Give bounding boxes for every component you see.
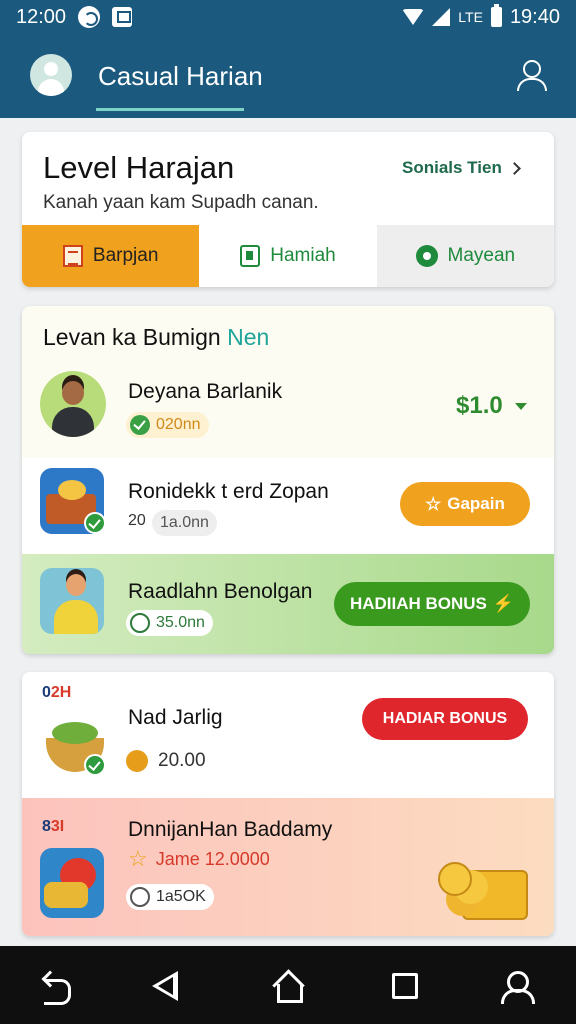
recent-apps-icon[interactable] [392, 973, 418, 999]
claim-button[interactable]: ☆ Gapain [400, 482, 530, 526]
list-item[interactable]: Ronidekk t erd Zopan 20 1a.0nn ☆ Gapain [22, 458, 554, 554]
level-title: Level Harajan [43, 150, 235, 185]
network-type: LTE [458, 9, 483, 25]
button-label: Gapain [447, 494, 505, 513]
list-item[interactable]: Deyana Barlanik 020nn $1.0 [22, 366, 554, 460]
kid-reading-icon [40, 568, 104, 634]
level-tabs: Barpjan Hamiah Mayean [22, 225, 554, 287]
star-icon: ☆ [128, 846, 148, 871]
status-bar: 12:00 LTE 19:40 [0, 0, 576, 34]
level-link-label: Sonials Tien [402, 158, 502, 177]
level-subtitle: Kanah yaan kam Supadh canan. [43, 192, 319, 213]
status-pill: 1a5OK [126, 884, 214, 910]
status-pill: 1a.0nn [152, 510, 217, 536]
account-icon[interactable] [500, 971, 535, 1004]
title-underline [96, 108, 244, 111]
price-value: $1.0 [456, 392, 503, 419]
bonus-button[interactable]: HADIAR BONUS [362, 698, 528, 740]
clock-icon [130, 613, 150, 633]
avatar [40, 371, 106, 437]
pill-value: 1a.0nn [160, 514, 209, 531]
item-title: Deyana Barlanik [128, 380, 283, 403]
list-item[interactable]: 83I DnnijanHan Baddamy ☆ Jame 12.0000 1a… [22, 798, 554, 936]
check-icon [126, 750, 148, 772]
item-title: DnnijanHan Baddamy [128, 818, 333, 841]
bonus-button[interactable]: HADIIAH BONUS ⚡ [334, 582, 530, 626]
tab-barpjan[interactable]: Barpjan [22, 225, 200, 287]
bonus-card: 02H Nad Jarlig 20.00 HADIAR BONUS 83I Dn… [22, 672, 554, 936]
fruit-basket-icon [40, 848, 104, 918]
subtitle-text: Jame 12.0000 [155, 848, 270, 869]
star-icon: ☆ [425, 493, 442, 514]
clock-icon [130, 887, 150, 907]
app-notification-icon [78, 6, 101, 28]
status-time-right: 19:40 [509, 5, 560, 28]
list-item[interactable]: Raadlahn Benolgan 35.0nn HADIIAH BONUS ⚡ [22, 554, 554, 654]
check-badge-icon [84, 754, 106, 776]
app-logo-icon[interactable] [30, 54, 72, 96]
coins-envelope-icon [436, 858, 528, 920]
reward-title: Levan ka Bumign Nen [43, 324, 269, 351]
return-icon[interactable] [42, 971, 72, 1005]
bolt-icon: ⚡ [492, 594, 515, 613]
tab-label: Barpjan [92, 245, 159, 266]
reward-title-text: Levan ka Bumign [43, 324, 228, 350]
item-tag: 83I [42, 818, 64, 836]
reward-title-highlight: Nen [227, 324, 270, 350]
check-icon [130, 415, 150, 435]
pill-value: 020nn [156, 416, 201, 433]
wifi-icon [402, 9, 425, 25]
caret-down-icon [514, 402, 527, 410]
tab-label: Mayean [447, 245, 516, 266]
shield-icon [415, 245, 438, 267]
value-text: 20.00 [158, 750, 206, 771]
notepad-icon [62, 245, 83, 267]
reward-card: Levan ka Bumign Nen Deyana Barlanik 020n… [22, 306, 554, 654]
tab-hamiah[interactable]: Hamiah [199, 225, 377, 287]
status-time-left: 12:00 [16, 5, 67, 28]
list-item[interactable]: 02H Nad Jarlig 20.00 HADIAR BONUS [22, 672, 554, 798]
button-label: HADIIAH BONUS [349, 594, 487, 613]
media-notification-icon [112, 7, 133, 27]
item-tag: 02H [42, 684, 71, 702]
profile-icon[interactable] [514, 58, 548, 92]
item-subtitle: ☆ Jame 12.0000 [128, 846, 270, 872]
signal-icon [432, 8, 451, 26]
back-icon[interactable] [152, 971, 178, 1001]
tag-number: 0 [42, 684, 51, 701]
tab-label: Hamiah [270, 245, 336, 266]
pill-value: 1a5OK [156, 888, 206, 905]
navigation-bar [0, 946, 576, 1024]
app-title: Casual Harian [98, 61, 263, 91]
tag-number: 8 [42, 818, 51, 835]
tag-code: 3I [50, 818, 65, 835]
level-card: Level Harajan Kanah yaan kam Supadh cana… [22, 132, 554, 287]
status-pill: 020nn [126, 412, 209, 438]
button-label: HADIAR BONUS [382, 710, 508, 727]
tag-code: 2H [50, 684, 72, 701]
price-dropdown[interactable]: $1.0 [456, 392, 527, 420]
app-bar: Casual Harian [0, 34, 576, 118]
pill-value: 35.0nn [156, 614, 205, 631]
item-title: Nad Jarlig [128, 706, 223, 729]
chevron-right-icon [507, 161, 521, 175]
battery-icon [490, 4, 502, 27]
level-details-link[interactable]: Sonials Tien [402, 158, 521, 178]
item-prefix: 20 [128, 512, 146, 529]
status-pill: 35.0nn [126, 610, 213, 636]
home-icon[interactable] [272, 971, 303, 1003]
item-title: Raadlahn Benolgan [128, 580, 313, 603]
tab-mayean[interactable]: Mayean [376, 225, 554, 287]
check-badge-icon [84, 512, 106, 534]
phone-icon [240, 245, 261, 267]
item-value: 20.00 [126, 750, 206, 772]
item-title: Ronidekk t erd Zopan [128, 480, 329, 503]
